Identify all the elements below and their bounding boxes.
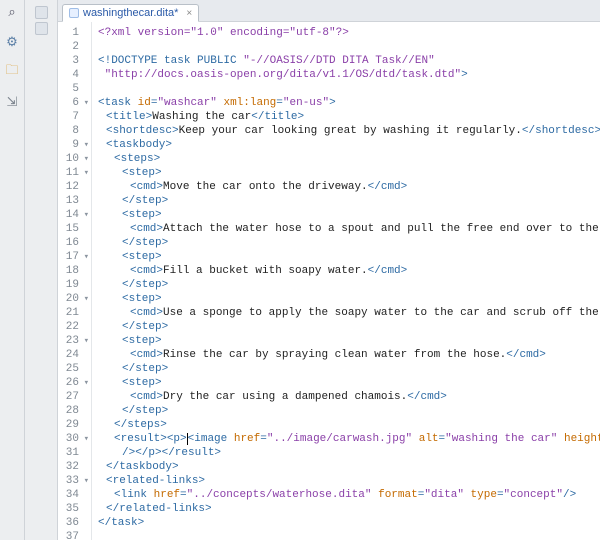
- editor[interactable]: 1234567891011121314151617181920212223242…: [58, 22, 600, 540]
- tool-icon[interactable]: [35, 6, 48, 19]
- activity-bar: ⌕ ⚙ 🗀 ⇲: [0, 0, 25, 540]
- file-tab[interactable]: washingthecar.dita* ×: [62, 4, 199, 22]
- tool-icon[interactable]: [35, 22, 48, 35]
- gear-icon[interactable]: ⚙: [4, 34, 20, 50]
- tabbar: washingthecar.dita* ×: [58, 0, 600, 22]
- editor-pane: washingthecar.dita* × 123456789101112131…: [58, 0, 600, 540]
- line-gutter: 1234567891011121314151617181920212223242…: [58, 22, 92, 540]
- folder-open-icon[interactable]: 🗀: [4, 64, 20, 80]
- code-area[interactable]: <?xml version="1.0" encoding="utf-8"?> <…: [92, 22, 600, 540]
- tool-rail: [25, 0, 58, 540]
- search-icon[interactable]: ⌕: [4, 4, 20, 20]
- file-type-icon: [69, 8, 79, 18]
- pin-icon[interactable]: ⇲: [4, 94, 20, 110]
- tab-filename: washingthecar.dita*: [83, 7, 178, 19]
- app-root: ⌕ ⚙ 🗀 ⇲ washingthecar.dita* × 1234567891…: [0, 0, 600, 540]
- close-icon[interactable]: ×: [186, 8, 192, 19]
